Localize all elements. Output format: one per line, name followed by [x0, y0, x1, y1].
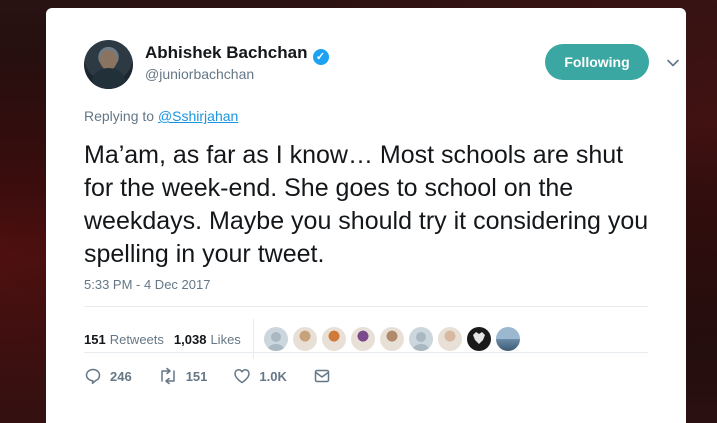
author-name-row[interactable]: Abhishek Bachchan ✓	[145, 43, 329, 65]
tweet-timestamp[interactable]: 5:33 PM - 4 Dec 2017	[84, 277, 210, 292]
retweet-count: 151	[185, 368, 208, 384]
default-avatar-icon[interactable]	[263, 327, 288, 351]
stats-separator	[252, 319, 254, 359]
default-avatar-icon[interactable]	[408, 327, 433, 351]
likes-label: Likes	[210, 331, 241, 347]
author-name[interactable]: Abhishek Bachchan	[145, 43, 308, 62]
tweet-text: Ma’am, as far as I know… Most schools ar…	[84, 141, 649, 268]
reply-count: 246	[110, 368, 132, 384]
person-avatar-icon[interactable]	[437, 327, 462, 351]
author-handle[interactable]: @juniorbachchan	[145, 66, 254, 82]
person-avatar-icon[interactable]	[350, 327, 375, 351]
liker-avatars	[263, 327, 525, 351]
divider	[84, 352, 648, 353]
replying-to: Replying to @Sshirjahan	[84, 108, 238, 124]
retweets-label: Retweets	[109, 331, 164, 347]
like-count: 1.0K	[259, 368, 287, 384]
likes-stat[interactable]: 1,038 Likes	[174, 332, 241, 347]
tweet-card: Abhishek Bachchan ✓ @juniorbachchan Follo…	[46, 8, 686, 423]
replying-to-label: Replying to	[84, 108, 158, 124]
envelope-icon	[314, 369, 330, 383]
landscape-avatar-icon[interactable]	[495, 327, 520, 351]
direct-message-button[interactable]	[313, 367, 339, 385]
following-button[interactable]: Following	[545, 44, 649, 80]
wolf-avatar-icon[interactable]	[466, 327, 491, 351]
reply-mention-link[interactable]: @Sshirjahan	[158, 108, 238, 124]
heart-icon	[234, 369, 251, 384]
avatar-shoulders	[92, 68, 125, 89]
reply-icon	[85, 368, 101, 385]
tweet-header: Abhishek Bachchan ✓ @juniorbachchan Follo…	[84, 40, 686, 90]
retweet-button[interactable]: 151	[158, 367, 208, 385]
retweet-icon	[160, 367, 175, 385]
chevron-down-icon[interactable]	[666, 56, 680, 70]
divider	[84, 306, 648, 307]
avatar-face	[100, 50, 117, 70]
tweet-stats: 151 Retweets 1,038 Likes	[84, 319, 525, 359]
person-avatar-icon[interactable]	[321, 327, 346, 351]
verified-badge-icon: ✓	[312, 49, 329, 65]
person-avatar-icon[interactable]	[379, 327, 404, 351]
reply-button[interactable]: 246	[84, 367, 132, 385]
tweet-actions: 246 151 1.0K	[84, 367, 365, 385]
author-avatar[interactable]	[84, 40, 133, 89]
retweets-stat[interactable]: 151 Retweets	[84, 332, 164, 347]
likes-count: 1,038	[173, 331, 207, 347]
retweets-count: 151	[84, 331, 106, 347]
like-button[interactable]: 1.0K	[233, 367, 287, 385]
person-avatar-icon[interactable]	[292, 327, 317, 351]
